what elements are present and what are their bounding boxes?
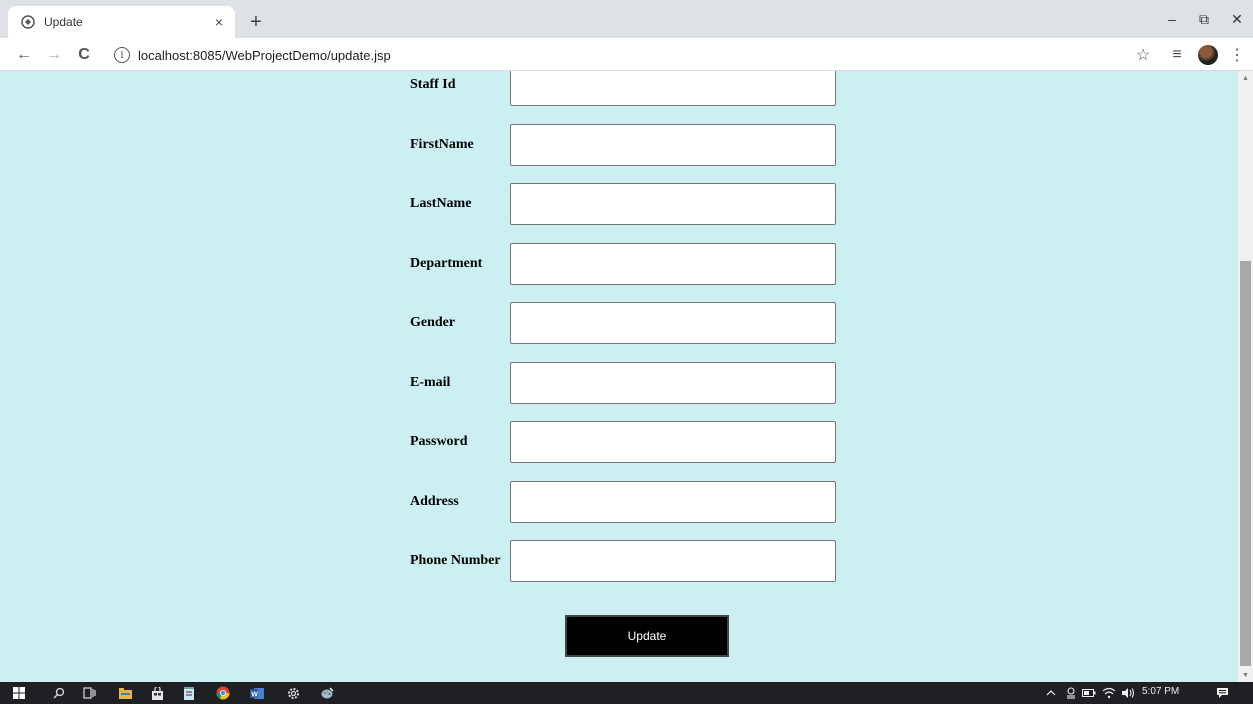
taskbar-clock[interactable]: 5:07 PM xyxy=(1142,686,1179,697)
staff-id-input[interactable] xyxy=(510,71,836,106)
department-input[interactable] xyxy=(510,243,836,285)
phone-number-input[interactable] xyxy=(510,540,836,582)
forward-button[interactable]: → xyxy=(42,43,66,67)
wifi-icon[interactable] xyxy=(1100,684,1118,702)
field-row-staff-id: Staff Id xyxy=(410,71,840,106)
lastname-input[interactable] xyxy=(510,183,836,225)
lastname-label: LastName xyxy=(410,196,472,211)
browser-tab-strip: Update × + – ⧉ ✕ xyxy=(0,0,1253,38)
browser-tab[interactable]: Update × xyxy=(8,6,235,38)
email-input[interactable] xyxy=(510,362,836,404)
email-label: E-mail xyxy=(410,375,451,390)
new-tab-button[interactable]: + xyxy=(244,10,268,34)
address-label: Address xyxy=(410,494,459,509)
staff-id-label: Staff Id xyxy=(410,77,456,92)
gender-input[interactable] xyxy=(510,302,836,344)
field-row-password: Password xyxy=(410,421,840,463)
department-label: Department xyxy=(410,256,483,271)
address-bar[interactable]: i localhost:8085/WebProjectDemo/update.j… xyxy=(104,41,1164,69)
field-row-address: Address xyxy=(410,481,840,523)
chevron-up-icon[interactable] xyxy=(1042,684,1060,702)
firstname-input[interactable] xyxy=(510,124,836,166)
battery-icon[interactable] xyxy=(1080,684,1098,702)
scrollbar-thumb[interactable] xyxy=(1240,261,1251,666)
volume-icon[interactable] xyxy=(1119,684,1137,702)
notification-icon[interactable] xyxy=(1213,684,1231,702)
field-row-lastname: LastName xyxy=(410,183,840,225)
meet-icon[interactable] xyxy=(1062,684,1080,702)
tab-title: Update xyxy=(44,15,83,29)
field-row-firstname: FirstName xyxy=(410,124,840,166)
gender-label: Gender xyxy=(410,315,456,330)
browser-toolbar: ← → C i localhost:8085/WebProjectDemo/up… xyxy=(0,38,1253,71)
store-icon[interactable] xyxy=(148,684,166,702)
scroll-down-arrow-icon[interactable]: ▼ xyxy=(1238,668,1253,682)
file-explorer-icon[interactable] xyxy=(116,684,134,702)
windows-taskbar: W 5:07 PM xyxy=(0,682,1253,704)
minimize-button[interactable]: – xyxy=(1157,8,1187,30)
reload-button[interactable]: C xyxy=(72,43,96,67)
notepad-icon[interactable] xyxy=(180,684,198,702)
task-view-icon[interactable] xyxy=(80,684,98,702)
chrome-icon[interactable] xyxy=(214,684,232,702)
globe-icon xyxy=(20,14,36,30)
address-url: localhost:8085/WebProjectDemo/update.jsp xyxy=(138,47,391,63)
field-row-phone-number: Phone Number xyxy=(410,540,840,582)
close-window-button[interactable]: ✕ xyxy=(1222,8,1252,30)
update-button[interactable]: Update xyxy=(565,615,729,657)
page-content: Staff Id FirstName LastName Department G… xyxy=(0,71,1238,682)
word-icon[interactable]: W xyxy=(248,684,266,702)
restore-button[interactable]: ⧉ xyxy=(1189,8,1219,30)
scroll-up-arrow-icon[interactable]: ▲ xyxy=(1238,71,1253,85)
paint-icon[interactable] xyxy=(318,684,336,702)
phone-number-label: Phone Number xyxy=(410,553,501,568)
reading-list-icon[interactable]: ≡ xyxy=(1166,44,1188,66)
search-icon[interactable] xyxy=(50,684,68,702)
field-row-email: E-mail xyxy=(410,362,840,404)
info-icon[interactable]: i xyxy=(114,47,130,63)
password-input[interactable] xyxy=(510,421,836,463)
svg-text:W: W xyxy=(251,691,258,698)
bookmark-star-icon[interactable]: ☆ xyxy=(1132,44,1154,66)
tab-close-icon[interactable]: × xyxy=(209,12,229,32)
windows-start-icon[interactable] xyxy=(10,684,28,702)
page-scrollbar[interactable]: ▲ ▼ xyxy=(1238,71,1253,682)
firstname-label: FirstName xyxy=(410,137,474,152)
address-input[interactable] xyxy=(510,481,836,523)
settings-icon[interactable] xyxy=(284,684,302,702)
back-button[interactable]: ← xyxy=(12,43,36,67)
field-row-department: Department xyxy=(410,243,840,285)
profile-avatar[interactable] xyxy=(1198,45,1218,65)
field-row-gender: Gender xyxy=(410,302,840,344)
password-label: Password xyxy=(410,434,468,449)
menu-icon[interactable]: ⋮ xyxy=(1226,44,1248,66)
